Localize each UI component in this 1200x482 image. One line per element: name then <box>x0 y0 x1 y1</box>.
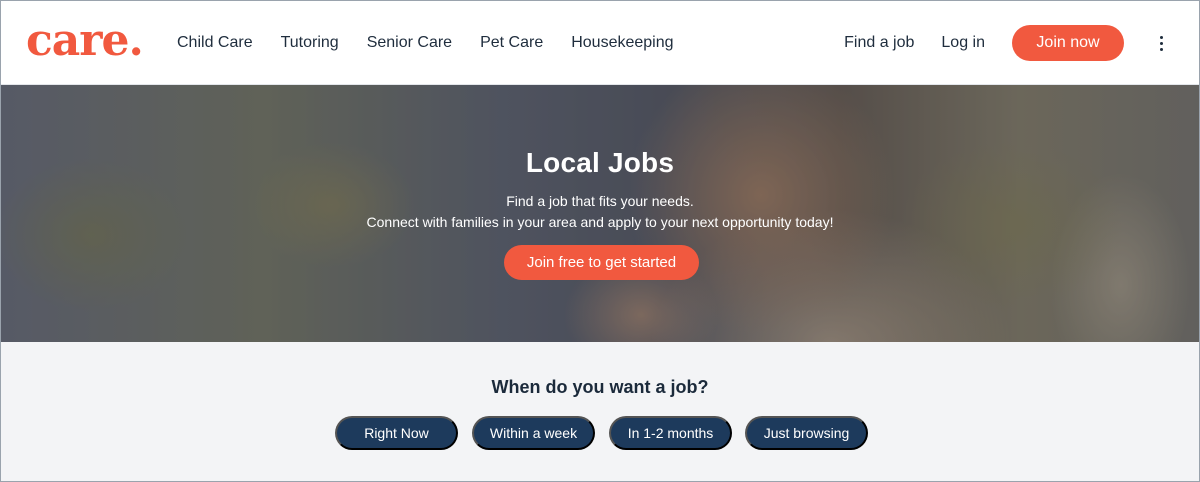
hero-title: Local Jobs <box>525 147 675 178</box>
nav-tutoring[interactable]: Tutoring <box>281 34 339 52</box>
hero-content: Local Jobs Find a job that fits your nee… <box>1 85 1199 342</box>
primary-nav: Child Care Tutoring Senior Care Pet Care… <box>163 1 688 85</box>
kebab-dot <box>1159 41 1163 45</box>
nav-senior-care[interactable]: Senior Care <box>367 34 452 52</box>
find-a-job-link[interactable]: Find a job <box>844 34 914 52</box>
page-frame: care. Child Care Tutoring Senior Care Pe… <box>0 0 1200 482</box>
option-within-a-week[interactable]: Within a week <box>472 416 595 450</box>
care-logo[interactable]: care. <box>26 15 144 66</box>
hero-banner: Local Jobs Find a job that fits your nee… <box>1 85 1199 342</box>
kebab-menu-icon[interactable] <box>1151 28 1171 58</box>
nav-child-care[interactable]: Child Care <box>177 34 253 52</box>
hero-subtitle-line-1: Find a job that fits your needs. <box>506 193 694 209</box>
nav-pet-care[interactable]: Pet Care <box>480 34 543 52</box>
kebab-dot <box>1159 35 1163 39</box>
job-timing-options: Right Now Within a week In 1-2 months Ju… <box>1 416 1199 450</box>
job-timing-section: When do you want a job? Right Now Within… <box>1 342 1199 481</box>
option-in-1-2-months[interactable]: In 1-2 months <box>609 416 732 450</box>
job-timing-question: When do you want a job? <box>491 377 709 397</box>
hero-subtitle-line-2: Connect with families in your area and a… <box>366 214 834 230</box>
join-free-button[interactable]: Join free to get started <box>504 245 699 280</box>
logo-text: care. <box>26 15 144 66</box>
log-in-link[interactable]: Log in <box>941 34 985 52</box>
nav-housekeeping[interactable]: Housekeeping <box>571 34 673 52</box>
kebab-dot <box>1159 47 1163 51</box>
join-now-button[interactable]: Join now <box>1012 25 1124 61</box>
account-nav: Find a job Log in Join now <box>844 1 1199 85</box>
option-just-browsing[interactable]: Just browsing <box>745 416 868 450</box>
site-header: care. Child Care Tutoring Senior Care Pe… <box>1 1 1199 85</box>
option-right-now[interactable]: Right Now <box>335 416 458 450</box>
